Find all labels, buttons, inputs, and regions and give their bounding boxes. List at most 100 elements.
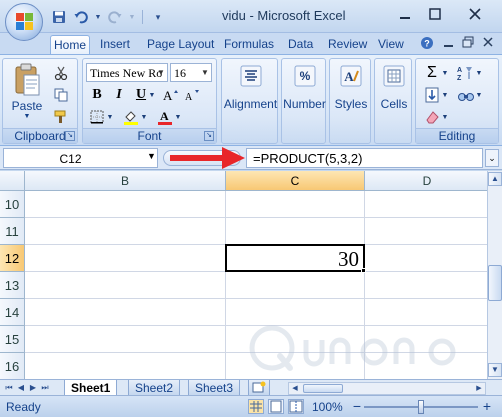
save-icon[interactable] [50, 8, 68, 26]
font-size-dropdown-icon[interactable]: ▼ [199, 64, 211, 81]
prev-sheet-icon[interactable]: ◀ [16, 382, 26, 394]
svg-text:A: A [160, 109, 169, 123]
font-name-combo[interactable]: Times New Ro ▼ [86, 63, 168, 82]
scroll-right-icon[interactable]: ▶ [473, 383, 485, 394]
tab-data[interactable]: Data [288, 35, 313, 54]
zoom-in-icon[interactable]: + [480, 399, 494, 414]
fill-dropdown-icon[interactable]: ▼ [440, 85, 450, 105]
paste-button[interactable]: Paste ▼ [7, 63, 47, 120]
ribbon-minimize-icon[interactable] [443, 36, 455, 51]
row-header-12[interactable]: 12 [0, 245, 25, 272]
fill-color-icon[interactable] [121, 107, 141, 127]
underline-dropdown-icon[interactable]: ▼ [147, 85, 157, 105]
sort-filter-icon[interactable]: AZ [456, 63, 476, 83]
row-header-11[interactable]: 11 [0, 218, 25, 245]
last-sheet-icon[interactable]: ⏭ [40, 382, 50, 394]
tab-formulas[interactable]: Formulas [224, 35, 274, 54]
zoom-slider-knob[interactable] [418, 400, 424, 414]
insert-sheet-icon[interactable] [248, 380, 270, 396]
italic-button[interactable]: I [109, 85, 129, 105]
undo-icon[interactable] [72, 8, 90, 26]
formula-bar-expand-icon[interactable]: ⌄ [485, 149, 499, 167]
tab-home[interactable]: Home [50, 35, 90, 54]
clear-icon[interactable] [422, 107, 442, 127]
sort-filter-dropdown-icon[interactable]: ▼ [474, 63, 484, 83]
scroll-up-icon[interactable]: ▲ [488, 172, 502, 186]
fill-icon[interactable] [422, 85, 442, 105]
paste-dropdown-icon[interactable]: ▼ [24, 113, 31, 120]
customize-icon[interactable]: ▾ [149, 8, 167, 26]
cells-button[interactable]: Cells [376, 65, 412, 111]
name-box[interactable]: C12 [3, 148, 158, 168]
maximize-icon[interactable] [418, 4, 452, 24]
page-break-preview-icon[interactable] [288, 399, 304, 414]
select-all-corner[interactable] [0, 171, 25, 191]
help-icon[interactable]: ? [420, 36, 434, 53]
ribbon-restore-icon[interactable] [462, 36, 474, 51]
page-layout-view-icon[interactable] [268, 399, 284, 414]
alignment-button[interactable]: Alignment [224, 65, 277, 111]
clear-dropdown-icon[interactable]: ▼ [440, 107, 450, 127]
zoom-level[interactable]: 100% [312, 400, 343, 414]
normal-view-icon[interactable] [248, 399, 264, 414]
row-header-16[interactable]: 16 [0, 353, 25, 379]
format-painter-icon[interactable] [51, 107, 71, 127]
number-button[interactable]: % Number [283, 65, 326, 111]
borders-dropdown-icon[interactable]: ▼ [105, 107, 115, 127]
autosum-dropdown-icon[interactable]: ▼ [440, 63, 450, 83]
number-group: % Number [281, 58, 326, 144]
copy-icon[interactable] [51, 85, 71, 105]
tab-insert[interactable]: Insert [100, 35, 130, 54]
undo-dropdown-icon[interactable]: ▼ [94, 8, 102, 26]
row-header-10[interactable]: 10 [0, 191, 25, 218]
vertical-scroll-thumb[interactable] [488, 265, 502, 301]
scroll-down-icon[interactable]: ▼ [488, 363, 502, 377]
column-header-d[interactable]: D [365, 171, 487, 191]
font-color-dropdown-icon[interactable]: ▼ [173, 107, 183, 127]
tab-review[interactable]: Review [328, 35, 367, 54]
font-dialog-launcher[interactable]: ↘ [204, 131, 214, 141]
clipboard-dialog-launcher[interactable]: ↘ [65, 131, 75, 141]
window-title: vidu - Microsoft Excel [222, 8, 346, 23]
column-header-c[interactable]: C [226, 171, 365, 191]
tab-page-layout[interactable]: Page Layout [147, 35, 214, 54]
font-group-label: Font [83, 128, 216, 143]
autosum-icon[interactable]: Σ [422, 63, 442, 83]
sheet-tab-sheet2[interactable]: Sheet2 [128, 380, 181, 396]
font-color-icon[interactable]: A [155, 107, 175, 127]
bold-button[interactable]: B [87, 85, 107, 105]
row-header-14[interactable]: 14 [0, 299, 25, 326]
redo-icon[interactable] [106, 8, 124, 26]
row-header-15[interactable]: 15 [0, 326, 25, 353]
next-sheet-icon[interactable]: ▶ [28, 382, 38, 394]
sheet-tab-sheet1[interactable]: Sheet1 [64, 380, 118, 396]
fill-handle[interactable] [361, 268, 366, 273]
vertical-scrollbar[interactable]: ▲ ▼ [487, 171, 502, 379]
find-select-icon[interactable] [456, 85, 476, 105]
horizontal-scrollbar[interactable]: ◀ ▶ [288, 382, 486, 395]
name-box-dropdown-icon[interactable]: ▼ [147, 151, 156, 161]
redo-dropdown-icon[interactable]: ▼ [128, 8, 136, 26]
zoom-out-icon[interactable]: − [350, 399, 364, 414]
first-sheet-icon[interactable]: ⏮ [4, 382, 14, 394]
column-header-b[interactable]: B [25, 171, 226, 191]
office-button[interactable] [5, 3, 43, 41]
fill-color-dropdown-icon[interactable]: ▼ [139, 107, 149, 127]
formula-input[interactable]: =PRODUCT(5,3,2) [246, 148, 483, 168]
close-icon[interactable] [458, 4, 492, 24]
scroll-left-icon[interactable]: ◀ [289, 383, 301, 394]
minimize-icon[interactable] [388, 4, 422, 24]
font-name-dropdown-icon[interactable]: ▼ [155, 64, 167, 81]
styles-button[interactable]: A Styles [331, 65, 371, 111]
row-header-13[interactable]: 13 [0, 272, 25, 299]
font-size-combo[interactable]: 16 ▼ [170, 63, 212, 82]
increase-font-icon[interactable]: A [161, 85, 181, 105]
sheet-tab-sheet3[interactable]: Sheet3 [188, 380, 241, 396]
ribbon-close-icon[interactable] [482, 36, 494, 51]
decrease-font-icon[interactable]: A [183, 85, 203, 105]
borders-icon[interactable] [87, 107, 107, 127]
cut-icon[interactable] [51, 63, 71, 83]
horizontal-scroll-thumb[interactable] [303, 384, 343, 393]
tab-view[interactable]: View [378, 35, 404, 54]
find-select-dropdown-icon[interactable]: ▼ [474, 85, 484, 105]
